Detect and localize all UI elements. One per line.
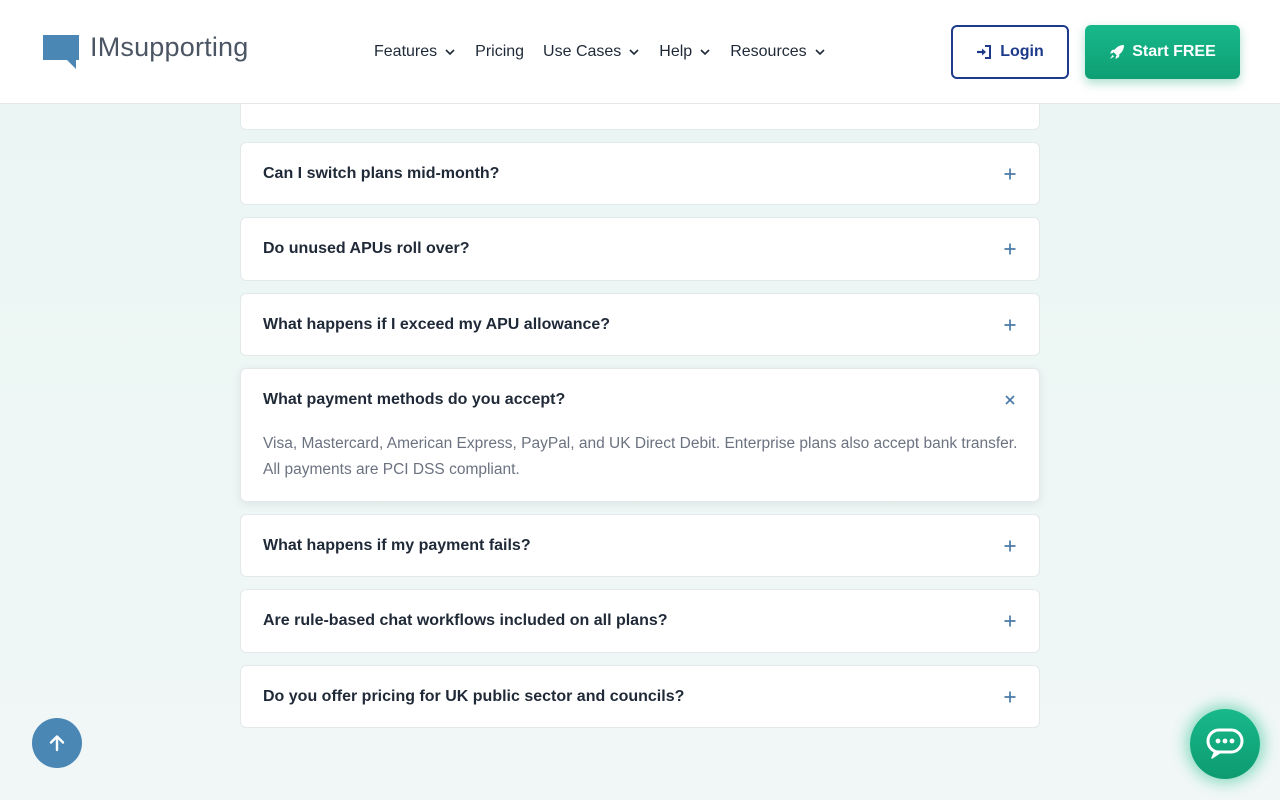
sign-in-icon bbox=[977, 45, 992, 59]
start-free-button[interactable]: Start FREE bbox=[1085, 25, 1240, 79]
nav-item-resources[interactable]: Resources bbox=[730, 43, 825, 61]
faq-question: What happens if I exceed my APU allowanc… bbox=[263, 316, 611, 333]
nav-item-label: Pricing bbox=[475, 43, 525, 60]
plus-icon[interactable] bbox=[1003, 690, 1017, 704]
plus-icon[interactable] bbox=[1003, 167, 1017, 181]
faq-item[interactable]: Are rule-based chat workflows included o… bbox=[240, 589, 1040, 653]
close-icon[interactable] bbox=[1004, 394, 1016, 406]
faq-item[interactable]: Do unused APUs roll over? bbox=[240, 217, 1040, 281]
speech-bubble-logo-icon bbox=[43, 35, 79, 69]
faq-question: Can I switch plans mid-month? bbox=[263, 165, 500, 182]
faq-answer: Visa, Mastercard, American Express, PayP… bbox=[263, 435, 1018, 478]
plus-icon[interactable] bbox=[1003, 318, 1017, 332]
faq-item[interactable]: What happens if my payment fails? bbox=[240, 514, 1040, 577]
faq-question: What happens if my payment fails? bbox=[263, 537, 531, 554]
plus-icon[interactable] bbox=[1003, 614, 1017, 628]
chevron-down-icon bbox=[445, 49, 455, 56]
chevron-down-icon bbox=[700, 49, 710, 56]
nav-item-label: Help bbox=[659, 43, 693, 60]
logo[interactable]: IMsupporting bbox=[42, 32, 248, 70]
login-button-label: Login bbox=[1000, 43, 1044, 60]
brand-name: IMsupporting bbox=[90, 32, 249, 62]
main-nav: Features Pricing Use Cases Help Resource… bbox=[374, 40, 845, 64]
site-header: IMsupporting Features Pricing Use Cases … bbox=[0, 0, 1280, 104]
start-free-label: Start FREE bbox=[1132, 43, 1216, 60]
chat-bubble-icon bbox=[1206, 728, 1244, 759]
faq-item[interactable]: Do you offer pricing for UK public secto… bbox=[240, 665, 1040, 728]
scroll-to-top-button[interactable] bbox=[32, 718, 82, 768]
nav-item-use-cases[interactable]: Use Cases bbox=[543, 43, 640, 61]
plus-icon[interactable] bbox=[1003, 242, 1017, 256]
arrow-up-icon bbox=[49, 735, 65, 752]
nav-item-label: Use Cases bbox=[543, 43, 622, 60]
plus-icon[interactable] bbox=[1003, 539, 1017, 553]
nav-item-label: Resources bbox=[730, 43, 807, 60]
faq-item-expanded[interactable]: What payment methods do you accept? Visa… bbox=[240, 368, 1040, 502]
login-button[interactable]: Login bbox=[951, 25, 1069, 79]
faq-question: What payment methods do you accept? bbox=[263, 391, 566, 408]
nav-item-features[interactable]: Features bbox=[374, 43, 456, 61]
chat-widget-button[interactable] bbox=[1190, 709, 1260, 779]
faq-question: Are rule-based chat workflows included o… bbox=[263, 612, 668, 629]
faq-item[interactable]: What happens if I exceed my APU allowanc… bbox=[240, 293, 1040, 356]
nav-item-label: Features bbox=[374, 43, 438, 60]
chevron-down-icon bbox=[815, 49, 825, 56]
rocket-icon bbox=[1110, 45, 1125, 59]
faq-question: Do you offer pricing for UK public secto… bbox=[263, 688, 685, 705]
chevron-down-icon bbox=[629, 49, 639, 56]
nav-item-help[interactable]: Help bbox=[659, 43, 711, 61]
nav-item-pricing[interactable]: Pricing bbox=[475, 43, 524, 61]
faq-item[interactable]: Can I switch plans mid-month? bbox=[240, 142, 1040, 205]
faq-question: Do unused APUs roll over? bbox=[263, 240, 470, 257]
